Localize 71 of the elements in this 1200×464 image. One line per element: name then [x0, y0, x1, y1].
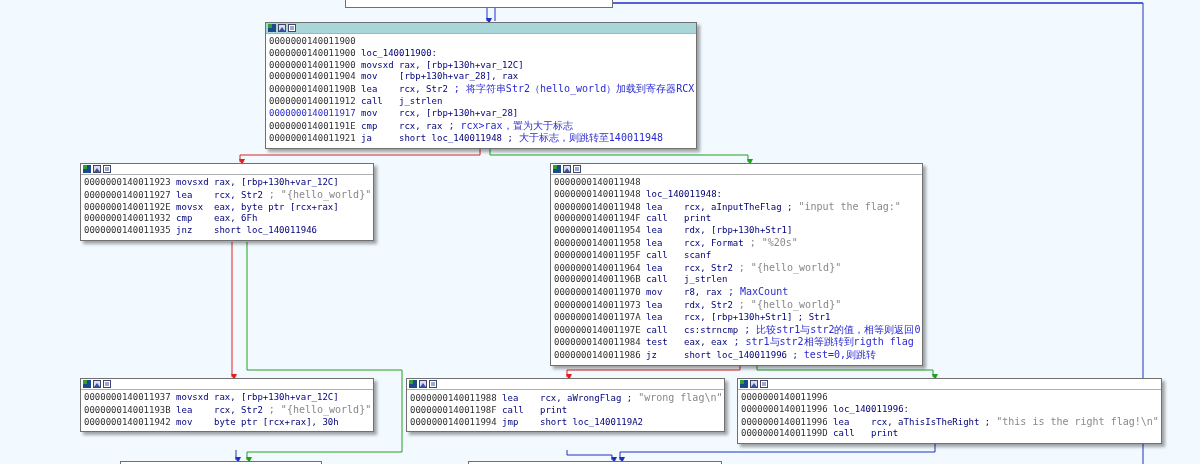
- code-line: 0000000140011904 mov [rbp+130h+var_28], rax: [269, 71, 520, 83]
- code-line: 0000000140011900: [269, 36, 357, 48]
- code-line: 0000000140011921 ja short loc_140011948 ; 大于标志，则跳转至140011948: [269, 132, 665, 146]
- code-line: 0000000140011988 lea rcx, aWrongFlag ; "wrong flag\n": [410, 392, 723, 405]
- graph-color-icon[interactable]: [740, 380, 748, 388]
- block-header[interactable]: [551, 164, 923, 175]
- flow-arrow: [486, 7, 492, 24]
- code-line: 0000000140011900 loc_140011900:: [269, 47, 438, 60]
- list-view-icon[interactable]: [429, 380, 437, 388]
- code-line: 000000014001193B lea rcx, Str2 ; "{hello_world}": [84, 403, 372, 417]
- list-view-icon[interactable]: [573, 165, 581, 173]
- graph-color-icon[interactable]: [268, 24, 276, 32]
- code-line: 000000014001197A lea rcx, [rbp+130h+Str1] ; Str1: [554, 311, 832, 324]
- code-line: 0000000140011917 mov rcx, [rbp+130h+var_28]: [269, 107, 520, 120]
- code-line: 0000000140011970 mov r8, rax ; MaxCount: [554, 286, 790, 299]
- list-view-icon[interactable]: [288, 24, 296, 32]
- code-line: 0000000140011912 call j_strlen: [269, 96, 444, 108]
- picture-icon[interactable]: [750, 380, 758, 388]
- code-line: 0000000140011900 movsxd rax, [rbp+130h+var_12C]: [269, 59, 525, 72]
- list-view-icon[interactable]: [760, 380, 768, 388]
- code-line: 000000014001196B call j_strlen: [554, 274, 729, 287]
- code-line: 0000000140011984 test eax, eax ; str1与str2相等跳转到rigth flag: [554, 336, 915, 350]
- graph-color-icon[interactable]: [83, 165, 91, 173]
- code-line: 0000000140011954 lea rdx, [rbp+130h+Str1]: [554, 225, 794, 237]
- code-block[interactable]: [265, 22, 698, 150]
- code-line: 000000014001190B lea rcx, Str2 ; 将字符串Str2（hello_world）加载到寄存器RCX: [269, 83, 695, 96]
- code-line: 0000000140011923 movsxd rax, [rbp+130h+var_12C]: [84, 177, 340, 189]
- code-block[interactable]: 0000000140011937 movsxd rax, [rbp+130h+var_12C] 000000014001193B lea rcx, Str2 ; "{hello_world}" 0000000140011942 mov byte ptr [rcx+rax], 30h: [80, 378, 375, 433]
- picture-icon[interactable]: [278, 24, 286, 32]
- code-line: 000000014001194F call print: [554, 213, 713, 226]
- code-line: 0000000140011942 mov byte ptr [rcx+rax], 30h: [84, 416, 340, 429]
- code-line: 0000000140011958 lea rcx, Format ; "%20s": [554, 237, 799, 250]
- code-block[interactable]: 0000000140011996 0000000140011996 loc_140011996: 0000000140011996 lea rcx, aThisIsTheRight ; "this is the right flag!\n" 000000014001199D call print: [737, 378, 1162, 445]
- code-line: 0000000140011994 jmp short loc_1400119A2: [410, 416, 644, 429]
- flow-arrow: [235, 449, 241, 463]
- code-line: 0000000140011948: [554, 177, 642, 189]
- code-line: 0000000140011937 movsxd rax, [rbp+130h+var_12C]: [84, 392, 340, 404]
- code-line: 000000014001198F call print: [410, 404, 569, 417]
- block-header[interactable]: [738, 379, 1161, 390]
- graph-color-icon[interactable]: [553, 165, 561, 173]
- block-header[interactable]: [407, 379, 725, 390]
- list-view-icon[interactable]: [103, 380, 111, 388]
- list-view-icon[interactable]: [103, 165, 111, 173]
- code-line: 000000014001195F call scanf: [554, 249, 713, 262]
- code-line: 0000000140011935 jnz short loc_140011946: [84, 225, 318, 237]
- code-block[interactable]: [550, 163, 924, 366]
- picture-icon[interactable]: [93, 165, 101, 173]
- code-line: 000000014001197E call cs:strncmp ; 比较str1与str2的值，相等则返回0: [554, 323, 921, 336]
- block-header[interactable]: [266, 23, 697, 34]
- code-line: 0000000140011948 loc_140011948:: [554, 188, 723, 201]
- code-line: 0000000140011996 lea rcx, aThisIsTheRight ; "this is the right flag!\n": [741, 415, 1159, 429]
- code-block[interactable]: [80, 163, 375, 241]
- code-line: 0000000140011996 loc_140011996:: [741, 403, 910, 416]
- code-line: 0000000140011996: [741, 392, 829, 404]
- code-line: 000000014001191E cmp rcx, rax ; rcx>rax，置为大于标志: [269, 119, 574, 133]
- code-line: 000000014001192E movsx eax, byte ptr [rcx+rax]: [84, 201, 340, 214]
- code-line: 000000014001199D call print: [741, 428, 900, 441]
- code-line: 0000000140011927 lea rcx, Str2 ; "{hello_world}": [84, 188, 372, 202]
- code-line: 0000000140011964 lea rcx, Str2 ; "{hello_world}": [554, 261, 843, 275]
- code-line: 0000000140011932 cmp eax, 6Fh: [84, 213, 259, 226]
- code-line: 0000000140011948 lea rcx, aInputTheFlag ; "input the flag:": [554, 200, 902, 214]
- picture-icon[interactable]: [93, 380, 101, 388]
- code-block[interactable]: 0000000140011988 lea rcx, aWrongFlag ; "wrong flag\n" 000000014001198F call print 0000000140011994 jmp short loc_1400119A2: [406, 378, 726, 433]
- block-header[interactable]: [81, 379, 374, 390]
- picture-icon[interactable]: [419, 380, 427, 388]
- block-header[interactable]: [81, 164, 374, 175]
- code-line: 0000000140011973 lea rdx, Str2 ; "{hello_world}": [554, 298, 843, 312]
- graph-color-icon[interactable]: [409, 380, 417, 388]
- code-line: 0000000140011986 jz short loc_140011996 ; test=0,则跳转: [554, 349, 877, 362]
- graph-color-icon[interactable]: [83, 380, 91, 388]
- picture-icon[interactable]: [563, 165, 571, 173]
